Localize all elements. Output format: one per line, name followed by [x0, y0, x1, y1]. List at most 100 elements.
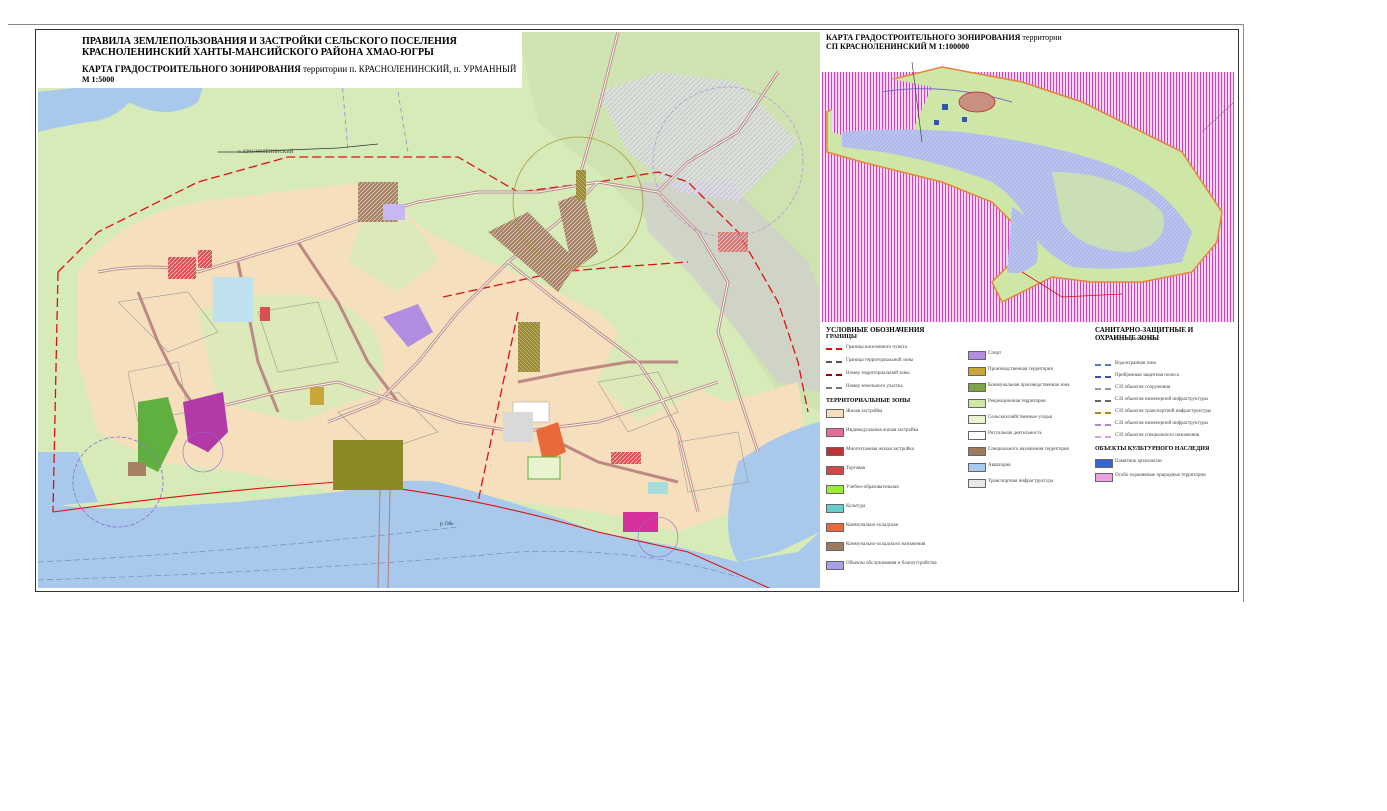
legend-item: Спорт — [968, 350, 1098, 360]
legend-swatch — [1095, 436, 1111, 438]
main-map-subtitle: КАРТА ГРАДОСТРОИТЕЛЬНОГО ЗОНИРОВАНИЯ тер… — [82, 64, 516, 74]
overview-map-canvas — [822, 32, 1234, 322]
legend-swatch — [826, 504, 844, 513]
legend-swatch — [826, 361, 842, 363]
legend-swatch — [968, 383, 986, 392]
legend-item: СЗЗ объектов транспортной инфраструктуры — [1095, 408, 1225, 418]
legend-swatch — [968, 351, 986, 360]
legend-item: СЗЗ объектов специального назначения — [1095, 432, 1225, 442]
legend-item: Коммунальная производственная зона — [968, 382, 1098, 392]
legend-swatch — [826, 485, 844, 494]
legend-item: Объекты обслуживания и благоустройства — [826, 560, 956, 570]
legend-item: Производственная территория — [968, 366, 1098, 376]
legend-label: Особо охраняемые природные территории — [1115, 473, 1206, 478]
legend-sub-sanitary-label: Водоохранные зоны — [1115, 337, 1158, 342]
legend-heading-zones: ТЕРРИТОРИАЛЬНЫЕ ЗОНЫ — [826, 398, 911, 404]
legend-label: Граница территориальной зоны — [846, 358, 914, 363]
legend-item: Прибрежная защитная полоса — [1095, 372, 1225, 382]
legend-label: Номер территориальной зоны — [846, 371, 910, 376]
legend-swatch — [1095, 424, 1111, 426]
legend-item: Особо охраняемые природные территории — [1095, 472, 1225, 482]
legend-swatch — [968, 463, 986, 472]
legend-swatch — [1095, 376, 1111, 378]
overview-map[interactable] — [822, 32, 1234, 322]
main-map-subtitle-bold: КАРТА ГРАДОСТРОИТЕЛЬНОГО ЗОНИРОВАНИЯ — [82, 64, 301, 74]
legend-item: Сельскохозяйственные угодья — [968, 414, 1098, 424]
legend-swatch — [1095, 388, 1111, 390]
main-zoning-map[interactable] — [38, 32, 820, 588]
legend-label: Номер земельного участка — [846, 384, 903, 389]
legend-label: Коммунальная производственная зона — [988, 383, 1070, 388]
legend-item: Жилая застройка — [826, 408, 956, 418]
overview-title-bold: КАРТА ГРАДОСТРОИТЕЛЬНОГО ЗОНИРОВАНИЯ — [826, 33, 1021, 42]
legend-swatch — [1095, 412, 1111, 414]
legend-item: Ритуальная деятельность — [968, 430, 1098, 440]
main-map-subtitle-rest: территории п. КРАСНОЛЕНИНСКИЙ, п. УРМАНН… — [300, 64, 517, 74]
legend-swatch — [826, 466, 844, 475]
legend-label: Торговая — [846, 466, 865, 471]
legend-swatch — [968, 479, 986, 488]
legend-item: Рекреационная территория — [968, 398, 1098, 408]
legend-label: Транспортная инфраструктура — [988, 479, 1054, 484]
frame-top-line — [8, 24, 1244, 25]
legend-swatch — [1095, 364, 1111, 366]
legend-panel: УСЛОВНЫЕ ОБОЗНАЧЕНИЯ САНИТАРНО-ЗАЩИТНЫЕ … — [822, 324, 1234, 588]
legend-label: Жилая застройка — [846, 409, 883, 414]
frame-right-line — [1243, 24, 1244, 602]
main-map-title: ПРАВИЛА ЗЕМЛЕПОЛЬЗОВАНИЯ И ЗАСТРОЙКИ СЕЛ… — [82, 36, 457, 58]
legend-label: Граница населенного пункта — [846, 345, 908, 350]
legend-swatch — [826, 387, 842, 389]
legend-swatch — [826, 374, 842, 376]
legend-label: СЗЗ объектов инженерной инфраструктуры — [1115, 397, 1208, 402]
legend-heading-heritage: ОБЪЕКТЫ КУЛЬТУРНОГО НАСЛЕДИЯ — [1095, 446, 1210, 452]
legend-item: Транспортная инфраструктура — [968, 478, 1098, 488]
legend-item: Граница территориальной зоны — [826, 357, 956, 367]
legend-item: СЗЗ объектов инженерной инфраструктуры — [1095, 396, 1225, 406]
legend-item: Номер территориальной зоны — [826, 370, 956, 380]
legend-label: Культура — [846, 504, 866, 509]
legend-label: Учебно-образовательная — [846, 485, 899, 490]
legend-item: Многоэтажная жилая застройка — [826, 446, 956, 456]
legend-label: Ритуальная деятельность — [988, 431, 1042, 436]
legend-swatch — [826, 409, 844, 418]
legend-label: Рекреационная территория — [988, 399, 1046, 404]
legend-label: Объекты обслуживания и благоустройства — [846, 561, 937, 566]
legend-swatch — [968, 415, 986, 424]
legend-swatch — [968, 399, 986, 408]
legend-label: Индивидуальная жилая застройка — [846, 428, 919, 433]
legend-label: Коммунально-складская — [846, 523, 898, 528]
legend-label: Акватория — [988, 463, 1011, 468]
road-label: п. КРАСНОЛЕНИНСКИЙ — [238, 150, 294, 155]
legend-item: Культура — [826, 503, 956, 513]
legend-label: Производственная территория — [988, 367, 1053, 372]
main-map-scale: М 1:5000 — [82, 75, 115, 84]
legend-swatch — [826, 523, 844, 532]
legend-item: Коммунально-складского назначения — [826, 541, 956, 551]
legend-label: СЗЗ объектов транспортной инфраструктуры — [1115, 409, 1212, 414]
legend-heading-borders: ГРАНИЦЫ — [826, 334, 857, 340]
legend-item: Специального назначения территория — [968, 446, 1098, 456]
legend-item: Коммунально-складская — [826, 522, 956, 532]
legend-label: Памятник археологии — [1115, 459, 1162, 464]
legend-item: СЗЗ объектов инженерной инфраструктуры — [1095, 420, 1225, 430]
legend-swatch — [826, 542, 844, 551]
legend-sub-sanitary: Водоохранные зоны — [1115, 336, 1215, 346]
overview-title-line2: СП КРАСНОЛЕНИНСКИЙ М 1:100000 — [826, 42, 970, 51]
legend-item: Памятник археологии — [1095, 458, 1225, 468]
legend-item: Индивидуальная жилая застройка — [826, 427, 956, 437]
overview-title-rest: территории — [1020, 33, 1062, 42]
legend-item: Акватория — [968, 462, 1098, 472]
legend-swatch — [1095, 400, 1111, 402]
legend-item: СЗЗ объектов сооружения — [1095, 384, 1225, 394]
legend-swatch — [826, 447, 844, 456]
legend-item: Торговая — [826, 465, 956, 475]
legend-label: СЗЗ объектов специального назначения — [1115, 433, 1200, 438]
legend-label: Специального назначения территория — [988, 447, 1069, 452]
legend-swatch — [1095, 459, 1113, 468]
legend-item: Граница населенного пункта — [826, 344, 956, 354]
legend-swatch — [826, 428, 844, 437]
legend-swatch — [826, 348, 842, 350]
legend-label: Прибрежная защитная полоса — [1115, 373, 1180, 378]
legend-label: Сельскохозяйственные угодья — [988, 415, 1052, 420]
river-label: р. Обь — [440, 522, 454, 527]
